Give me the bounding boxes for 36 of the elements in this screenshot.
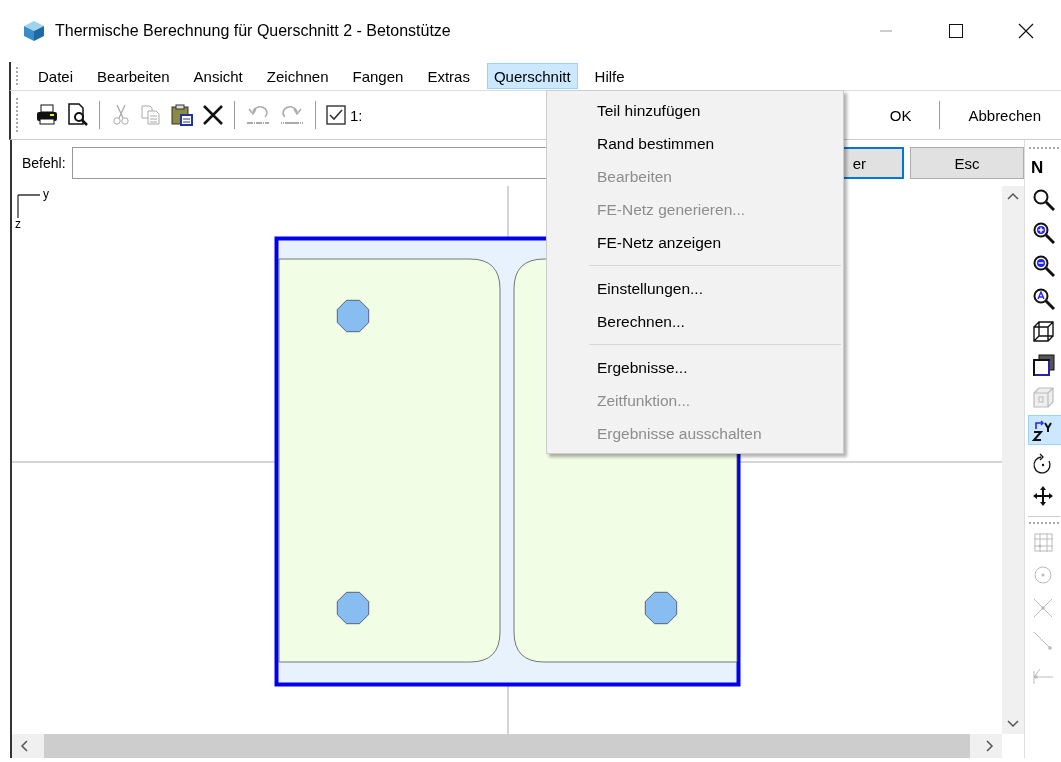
rebar xyxy=(336,299,370,333)
menu-item[interactable]: Extras xyxy=(420,63,477,89)
menu-entry[interactable]: Einstellungen... xyxy=(547,272,843,305)
menu-entry[interactable]: Ergebnisse... xyxy=(547,351,843,384)
close-icon[interactable] xyxy=(1018,23,1034,39)
scroll-up-button[interactable] xyxy=(1007,192,1019,200)
dialog-button[interactable]: Abbrechen xyxy=(956,98,1053,132)
menu-item[interactable]: Zeichnen xyxy=(259,63,336,89)
scroll-left-button[interactable] xyxy=(20,740,28,752)
toolbar-label: N xyxy=(1030,157,1044,179)
menu-entry[interactable]: FE-Netz anzeigen xyxy=(547,226,843,259)
scroll-down-button[interactable] xyxy=(1007,720,1019,728)
maximize-icon[interactable] xyxy=(948,23,964,39)
checkbox[interactable] xyxy=(326,105,346,125)
app-icon xyxy=(22,19,46,43)
command-button[interactable]: Esc xyxy=(910,147,1024,179)
menu-item[interactable]: Datei xyxy=(31,63,81,89)
menu-item[interactable]: Hilfe xyxy=(587,63,632,89)
axes-icon[interactable] xyxy=(1028,415,1061,445)
vertical-scrollbar[interactable] xyxy=(1002,186,1024,734)
menu-item[interactable]: Querschnitt xyxy=(486,63,578,89)
window-title: Thermische Berechnung für Querschnitt 2 - Betonstütze xyxy=(55,22,452,40)
axis-label: z xyxy=(15,217,21,231)
menu-entry[interactable]: Teil hinzufügen xyxy=(547,94,843,127)
menu-item[interactable]: Fangen xyxy=(345,63,411,89)
axis-label: y xyxy=(43,187,49,201)
menu-item[interactable]: Bearbeiten xyxy=(90,63,177,89)
command-label: Befehl: xyxy=(22,155,66,171)
rebar xyxy=(336,591,370,625)
rebar xyxy=(644,591,678,625)
axis-drawing xyxy=(17,194,41,219)
checkbox-label: 1: xyxy=(350,106,363,124)
menu-entry[interactable]: Berechnen... xyxy=(547,305,843,338)
dialog-button[interactable]: OK xyxy=(877,98,924,132)
menu-item[interactable]: Ansicht xyxy=(186,63,250,89)
scroll-right-button[interactable] xyxy=(986,740,994,752)
